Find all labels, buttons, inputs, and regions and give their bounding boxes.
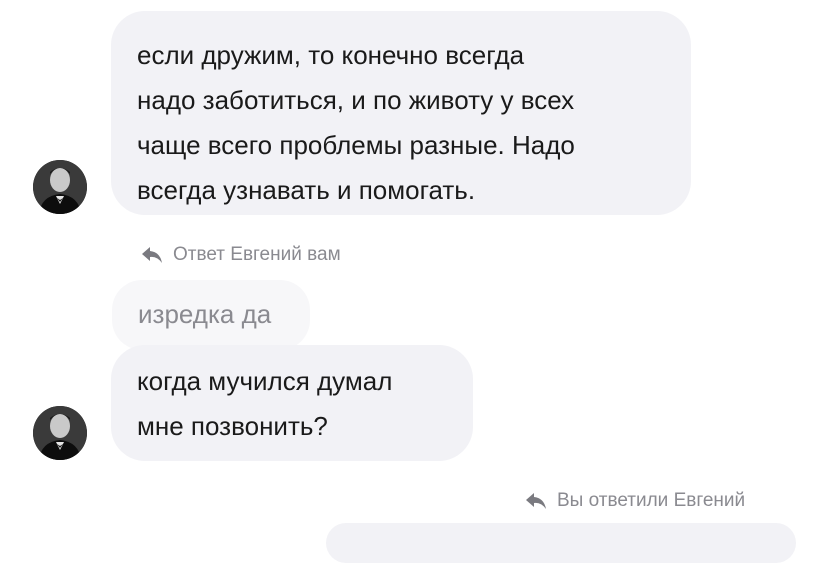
reply-arrow-icon <box>142 247 162 263</box>
message-bubble-1[interactable]: если дружим, то конечно всегда надо забо… <box>111 11 691 215</box>
quoted-message-bubble[interactable]: изредка да <box>112 280 310 350</box>
message-bubble-2[interactable]: когда мучился думал мне позвонить? <box>111 345 473 461</box>
reply-label-outgoing: Вы ответили Евгений <box>525 490 745 512</box>
reply-arrow-icon <box>526 493 546 509</box>
avatar[interactable] <box>33 160 87 214</box>
message-bubble-partial[interactable] <box>326 523 796 563</box>
reply-label-text: Вы ответили Евгений <box>557 490 746 511</box>
avatar-icon <box>33 406 87 460</box>
reply-label-text: Ответ Евгений вам <box>173 244 341 265</box>
avatar-icon <box>33 160 87 214</box>
message-text: если дружим, то конечно всегда надо забо… <box>137 40 575 205</box>
message-text: когда мучился думал мне позвонить? <box>137 366 393 441</box>
quoted-message-text: изредка да <box>138 299 272 329</box>
reply-label-incoming: Ответ Евгений вам <box>141 244 341 266</box>
avatar[interactable] <box>33 406 87 460</box>
